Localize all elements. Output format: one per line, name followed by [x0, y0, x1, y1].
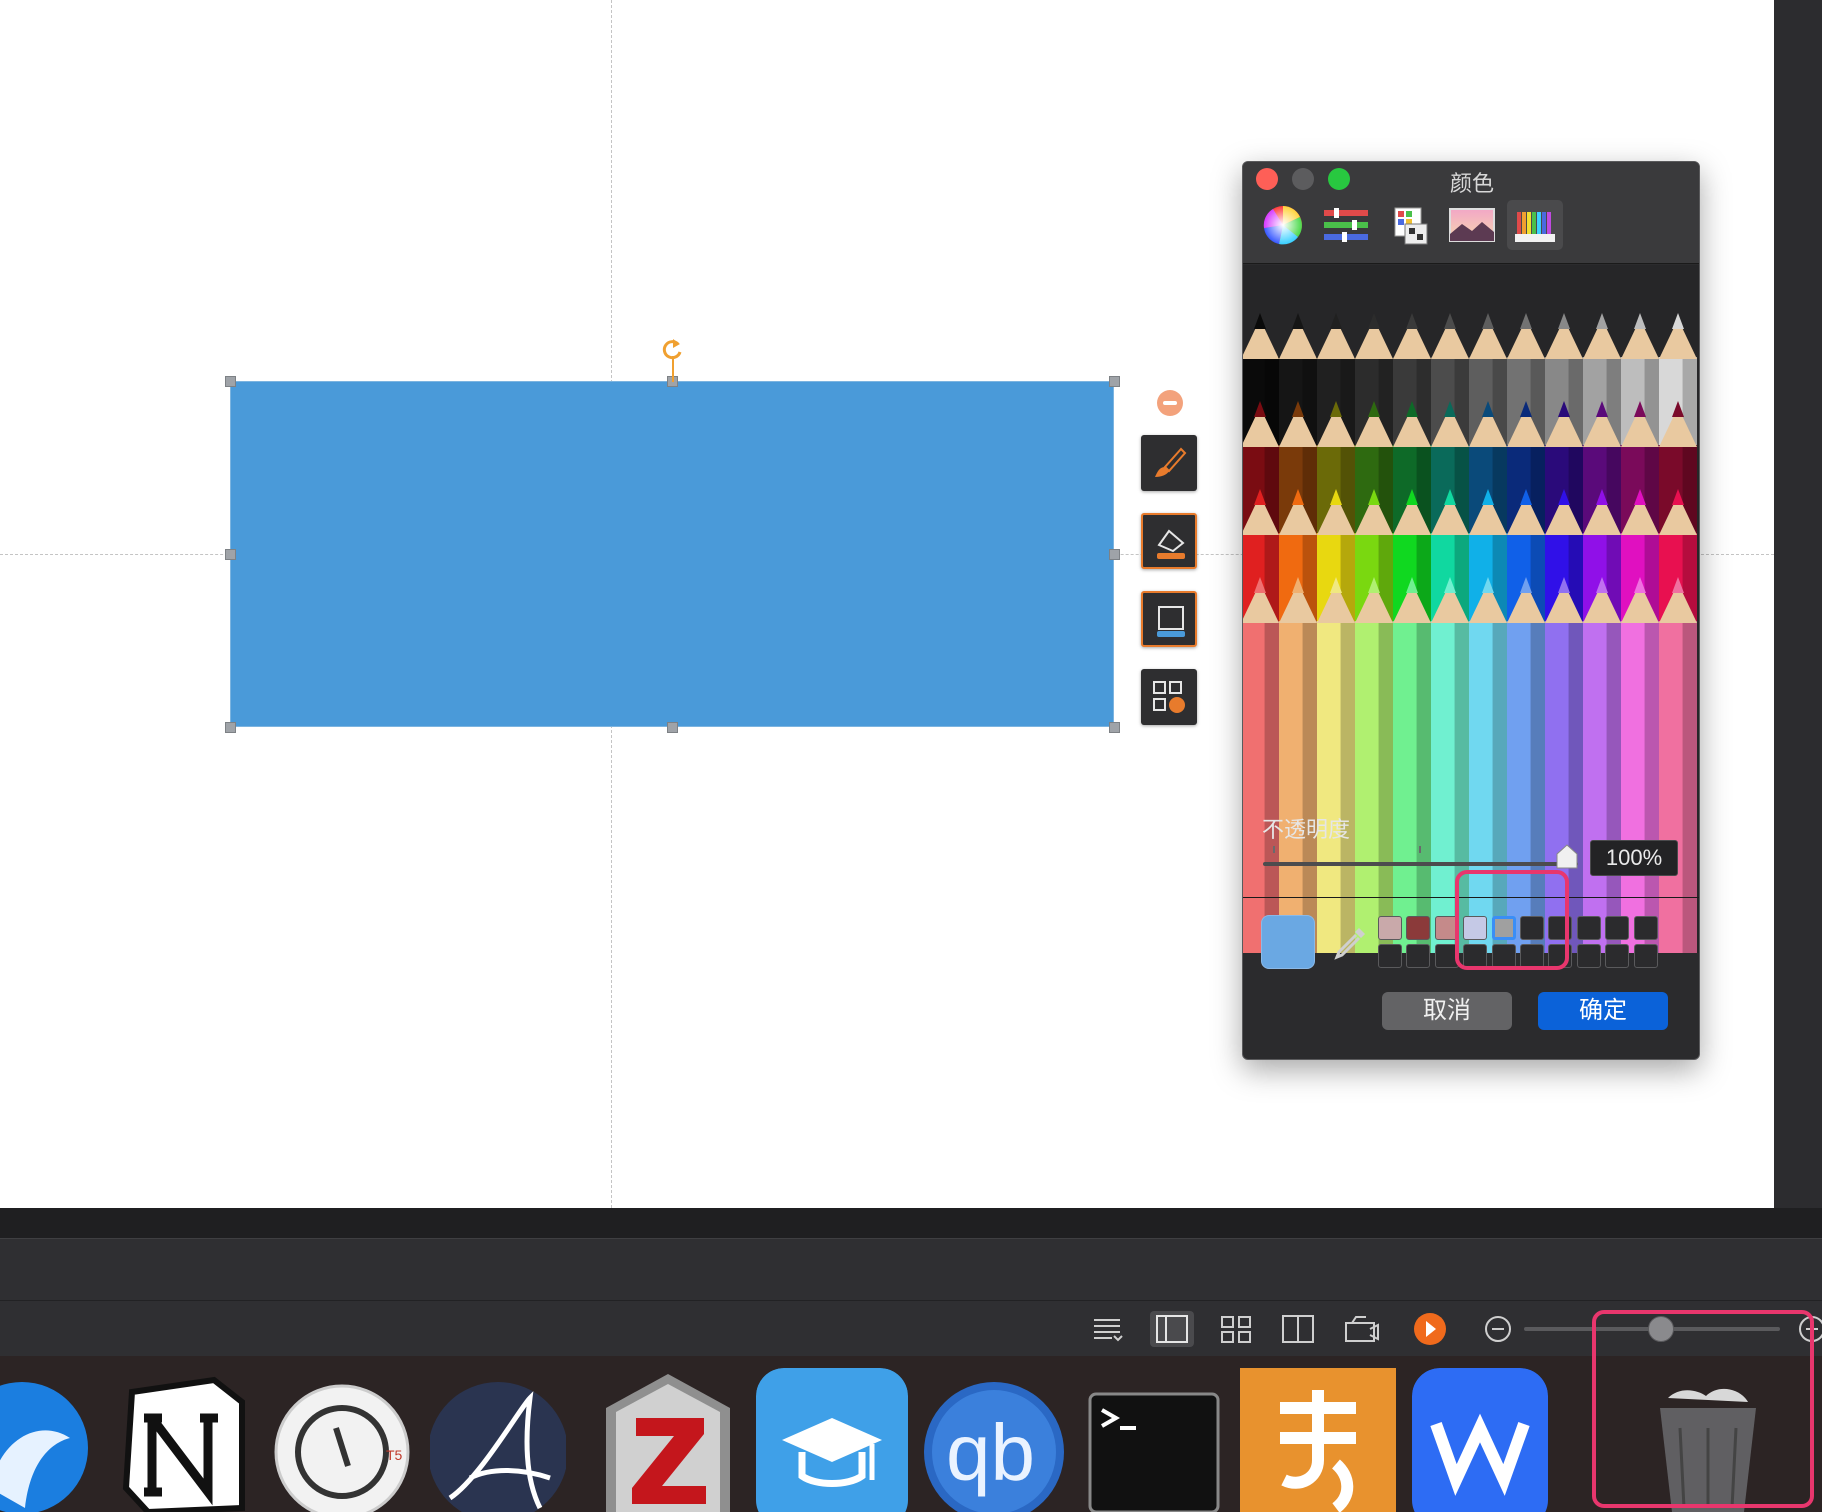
color-panel-titlebar[interactable]: 颜色 — [1243, 162, 1699, 264]
presenter-icon — [1345, 1316, 1379, 1342]
annotation-highlight-swatches — [1455, 870, 1569, 970]
dock-app-a[interactable] — [430, 1368, 566, 1512]
dock-app-1[interactable] — [0, 1368, 94, 1512]
rotate-icon[interactable] — [658, 336, 688, 364]
dock-wps-office[interactable] — [1412, 1368, 1548, 1512]
svg-text:qb: qb — [946, 1408, 1035, 1497]
resize-handle-bottom-right[interactable] — [1109, 722, 1120, 733]
color-wheel-tab[interactable] — [1255, 200, 1311, 250]
brush-style-button[interactable] — [1141, 435, 1197, 491]
dock-terminal[interactable] — [1086, 1368, 1222, 1512]
play-slideshow-button[interactable] — [1408, 1311, 1452, 1347]
view-toolbar — [0, 1300, 1822, 1356]
resize-handle-bottom-left[interactable] — [225, 722, 236, 733]
dock-timing[interactable]: T5 — [274, 1368, 410, 1512]
zoom-out-button[interactable] — [1476, 1311, 1520, 1347]
dock-study-app[interactable] — [756, 1368, 908, 1512]
window-right-edge — [1774, 0, 1822, 1210]
saved-swatch[interactable] — [1576, 944, 1601, 968]
normal-view-icon — [1156, 1315, 1188, 1343]
border-icon — [1157, 606, 1185, 637]
opacity-slider[interactable] — [1263, 862, 1578, 866]
presenter-view-button[interactable] — [1340, 1311, 1384, 1347]
saved-swatch[interactable] — [1378, 944, 1402, 968]
notion-icon — [122, 1376, 245, 1512]
dock-app-9[interactable] — [1240, 1368, 1396, 1512]
app-1-icon — [0, 1382, 88, 1512]
zotero-icon — [606, 1374, 730, 1512]
resize-handle-top-left[interactable] — [225, 376, 236, 387]
terminal-icon — [1088, 1392, 1220, 1512]
current-color-well[interactable] — [1261, 915, 1315, 969]
brush-icon — [1155, 447, 1187, 477]
cancel-button[interactable]: 取消 — [1382, 992, 1512, 1030]
opacity-value-field[interactable]: 100% — [1590, 840, 1678, 876]
color-panel-title: 颜色 — [1449, 171, 1494, 196]
saved-swatch[interactable] — [1406, 944, 1431, 968]
saved-swatch[interactable] — [1605, 916, 1630, 940]
arrange-button[interactable] — [1141, 669, 1197, 725]
border-button[interactable] — [1141, 591, 1197, 647]
annotation-highlight-trash — [1592, 1310, 1814, 1508]
app-9-icon — [1240, 1368, 1396, 1512]
resize-handle-right[interactable] — [1109, 549, 1120, 560]
normal-view-button[interactable] — [1150, 1311, 1194, 1347]
collapse-toolbar-button[interactable] — [1157, 390, 1183, 416]
ok-button[interactable]: 确定 — [1538, 992, 1668, 1030]
saved-swatch[interactable] — [1406, 916, 1431, 940]
resize-handle-bottom[interactable] — [667, 722, 678, 733]
sliders-icon — [1324, 208, 1368, 242]
fill-button[interactable] — [1141, 513, 1197, 569]
saved-swatch[interactable] — [1605, 944, 1630, 968]
wps-office-icon — [1412, 1368, 1548, 1512]
pencils-icon — [1515, 212, 1555, 242]
color-sliders-tab[interactable] — [1318, 200, 1374, 250]
app-a-icon — [430, 1382, 566, 1512]
dock-zotero[interactable] — [600, 1368, 736, 1512]
saved-swatch[interactable] — [1576, 916, 1601, 940]
reading-view-icon — [1282, 1315, 1314, 1343]
pencils-tab[interactable] — [1507, 200, 1563, 250]
saved-swatch[interactable] — [1633, 916, 1658, 940]
opacity-tick — [1419, 846, 1421, 853]
dock-notion[interactable] — [118, 1368, 254, 1512]
image-icon — [1449, 208, 1495, 242]
zoom-out-icon — [1485, 1316, 1511, 1342]
opacity-tick — [1273, 846, 1275, 853]
saved-swatch[interactable] — [1633, 944, 1658, 968]
eyedropper-icon[interactable] — [1331, 922, 1371, 962]
palettes-icon — [1394, 207, 1428, 245]
fill-icon — [1157, 529, 1185, 559]
outline-icon — [1094, 1319, 1123, 1342]
grid-view-icon — [1221, 1316, 1251, 1343]
status-bar — [0, 1238, 1822, 1300]
saved-swatch[interactable] — [1378, 916, 1402, 940]
svg-text:T5: T5 — [386, 1447, 403, 1463]
dock-qbittorrent[interactable]: qb — [922, 1368, 1066, 1512]
opacity-label: 不透明度 — [1262, 817, 1351, 842]
resize-handle-top-right[interactable] — [1109, 376, 1120, 387]
qbittorrent-icon: qb — [924, 1382, 1064, 1512]
color-wheel-icon — [1263, 206, 1302, 245]
window-bottom-edge — [0, 1208, 1822, 1238]
arrange-icon — [1153, 681, 1185, 713]
outline-view-button[interactable] — [1086, 1311, 1130, 1347]
timing-icon: T5 — [274, 1384, 410, 1512]
grid-view-button[interactable] — [1214, 1311, 1258, 1347]
dock: T5 qb — [0, 1356, 1822, 1512]
screen: 颜色 不透明度 100% 取消 确定 T5 qb — [0, 0, 1822, 1512]
play-icon — [1414, 1313, 1446, 1345]
rectangle-shape[interactable] — [230, 381, 1114, 727]
image-palettes-tab[interactable] — [1444, 200, 1500, 250]
opacity-slider-thumb[interactable] — [1555, 844, 1579, 870]
resize-handle-left[interactable] — [225, 549, 236, 560]
reading-view-button[interactable] — [1276, 1311, 1320, 1347]
color-palettes-tab[interactable] — [1381, 200, 1437, 250]
study-app-icon — [756, 1368, 908, 1512]
